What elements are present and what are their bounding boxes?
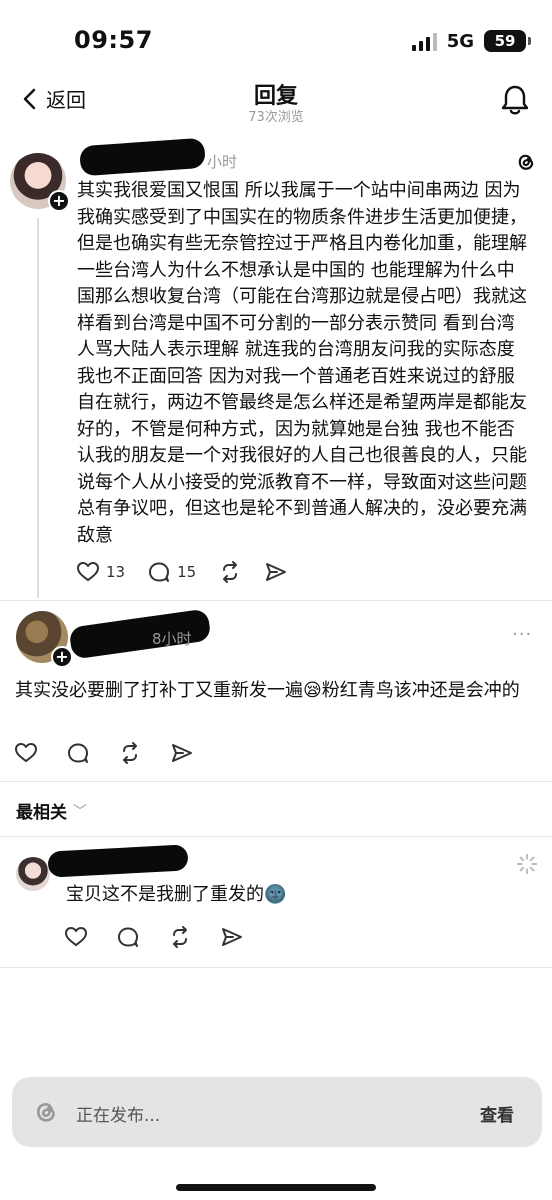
loading-spinner-icon [516, 853, 538, 875]
share-button[interactable] [220, 925, 244, 949]
like-count: 13 [106, 563, 126, 581]
heart-icon [15, 743, 37, 762]
comment-icon [149, 562, 170, 582]
threads-icon [37, 1103, 55, 1122]
redacted-username [47, 844, 189, 878]
bell-icon[interactable] [500, 84, 530, 116]
like-button[interactable] [14, 741, 38, 765]
divider [0, 836, 552, 837]
battery-level: 59 [494, 32, 516, 50]
reply-body: 宝贝这不是我删了重发的🌚 [66, 884, 287, 905]
send-icon [222, 928, 242, 946]
share-button[interactable] [264, 560, 288, 584]
signal-icon [411, 31, 437, 51]
posting-toast: 正在发布... 查看 [12, 1077, 542, 1147]
avatar[interactable] [16, 857, 50, 891]
heart-icon [77, 562, 99, 581]
battery-icon: 59 [484, 30, 531, 52]
divider [0, 967, 552, 968]
threads-icon[interactable] [513, 149, 539, 175]
divider [0, 600, 552, 601]
chevron-down-icon: ﹀ [73, 803, 87, 820]
repost-button[interactable] [218, 560, 242, 584]
status-indicators: 5G 59 [411, 30, 531, 52]
comment-icon [118, 927, 138, 947]
comment-button[interactable] [66, 741, 90, 765]
send-icon [266, 563, 287, 581]
nav-bar: 返回 回复 73次浏览 [0, 70, 552, 130]
redacted-username [79, 137, 206, 177]
like-button[interactable]: 13 [76, 560, 125, 584]
repost-button[interactable] [118, 741, 142, 765]
heart-icon [65, 927, 87, 946]
repost-button[interactable] [168, 925, 192, 949]
comment-icon [68, 743, 88, 763]
sort-dropdown[interactable]: 最相关 ﹀ [16, 798, 87, 823]
divider [0, 781, 552, 782]
like-button[interactable] [64, 925, 88, 949]
repost-icon [123, 742, 137, 764]
post-actions [14, 741, 216, 765]
status-bar: 09:57 5G 59 [0, 0, 552, 70]
post-body: 其实没必要删了打补丁又重新发一遍😪粉红青鸟该冲还是会冲的 [15, 680, 520, 701]
view-button[interactable]: 查看 [480, 1101, 514, 1126]
post-body: 其实我很爱国又恨国 所以我属于一个站中间串两边 因为我确实感受到了中国实在的物质… [77, 180, 527, 546]
toast-message: 正在发布... [76, 1106, 161, 1126]
view-count: 73次浏览 [248, 110, 304, 125]
home-indicator[interactable] [176, 1184, 376, 1191]
post-actions: 13 15 [76, 560, 310, 584]
status-time: 09:57 [74, 26, 153, 54]
repost-icon [223, 561, 238, 583]
sort-label: 最相关 [16, 803, 67, 823]
more-options-icon[interactable]: ··· [512, 624, 532, 645]
send-icon [172, 744, 192, 762]
post-time: 小时 [207, 153, 238, 171]
follow-plus-icon[interactable]: + [48, 190, 70, 212]
network-label: 5G [446, 30, 474, 52]
follow-plus-icon[interactable]: + [51, 646, 73, 668]
share-button[interactable] [170, 741, 194, 765]
comment-button[interactable]: 15 [147, 560, 196, 584]
comment-button[interactable] [116, 925, 140, 949]
thread-connector [37, 218, 39, 598]
reply-actions [64, 925, 266, 949]
repost-icon [173, 926, 187, 948]
comment-count: 15 [177, 563, 197, 581]
post-time: 8小时 [152, 630, 192, 648]
